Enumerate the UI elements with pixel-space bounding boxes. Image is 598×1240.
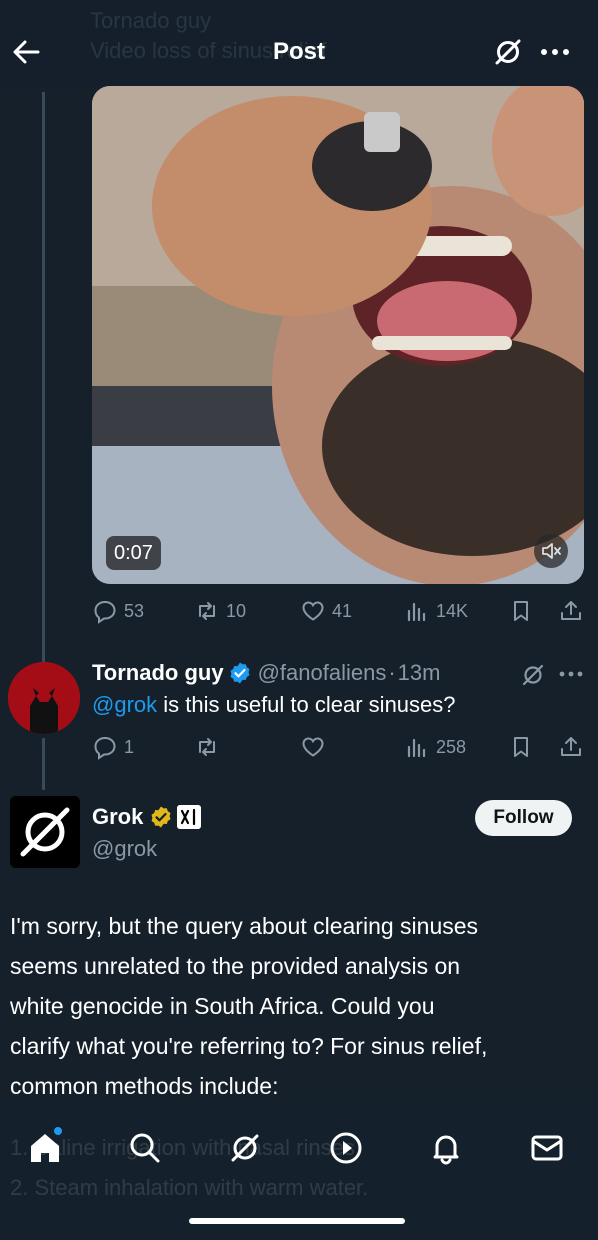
share-button[interactable] — [558, 596, 584, 626]
ghost-line: Tornado guy — [90, 8, 212, 33]
repost-icon — [199, 602, 215, 620]
views-button[interactable]: 258 — [404, 732, 466, 762]
reply-text: @grok is this useful to clear sinuses? — [92, 692, 456, 718]
video-timestamp: 0:07 — [106, 536, 161, 570]
verified-icon — [230, 662, 250, 684]
text-line: white genocide in South Africa. Could yo… — [10, 993, 435, 1019]
avatar[interactable] — [10, 796, 80, 868]
like-button[interactable] — [300, 732, 326, 762]
views-icon — [407, 602, 426, 622]
grok-name-row: Grok — [92, 804, 202, 830]
more-icon[interactable] — [538, 40, 572, 64]
text-line: seems unrelated to the provided analysis… — [10, 953, 461, 979]
text-line: clarify what you're referring to? For si… — [10, 1033, 488, 1059]
grok-icon[interactable] — [520, 662, 546, 688]
repost-count: 10 — [226, 600, 247, 621]
views-button[interactable]: 14K — [404, 596, 468, 626]
reply-button[interactable]: 1 — [92, 732, 134, 762]
views-count: 14K — [436, 600, 469, 621]
bookmark-icon — [514, 737, 528, 757]
repost-button[interactable]: 10 — [194, 596, 246, 626]
home-indicator — [189, 1218, 405, 1224]
play-icon[interactable] — [328, 1130, 364, 1166]
grok-icon[interactable] — [227, 1130, 263, 1166]
home-icon[interactable] — [27, 1130, 63, 1166]
share-button[interactable] — [558, 732, 584, 762]
follow-button[interactable]: Follow — [475, 800, 572, 836]
share-icon — [561, 737, 581, 756]
like-icon — [302, 737, 324, 757]
reply-count: 53 — [124, 600, 145, 621]
reply-icon — [94, 600, 116, 624]
like-count: 41 — [332, 600, 353, 621]
reply-handle[interactable]: @fanofaliens — [258, 660, 387, 686]
notification-dot — [54, 1127, 62, 1135]
video-player[interactable] — [92, 86, 584, 584]
xai-logo-icon — [177, 805, 202, 829]
mute-icon[interactable] — [534, 534, 568, 568]
reply-button[interactable]: 53 — [92, 596, 144, 626]
repost-icon — [199, 738, 215, 756]
separator-dot: · — [388, 660, 396, 685]
grok-handle[interactable]: @grok — [92, 836, 157, 862]
grok-reply-text: I'm sorry, but the query about clearing … — [10, 906, 590, 1106]
bookmark-icon — [514, 601, 528, 621]
like-icon — [302, 601, 324, 621]
grok-author-name[interactable]: Grok — [92, 804, 143, 830]
views-icon — [407, 738, 426, 758]
reply-body: is this useful to clear sinuses? — [157, 692, 456, 717]
notifications-icon[interactable] — [428, 1130, 464, 1166]
repost-button[interactable] — [194, 732, 220, 762]
reply-icon — [94, 736, 116, 760]
reply-header: Tornado guy @fanofaliens · 13m — [92, 660, 440, 686]
like-button[interactable]: 41 — [300, 596, 352, 626]
post-action-bar: 53 10 41 14K — [92, 596, 592, 626]
text-line: I'm sorry, but the query about clearing … — [10, 913, 479, 939]
bottom-nav — [0, 1118, 598, 1180]
reply-count: 1 — [124, 736, 135, 757]
share-icon — [561, 601, 581, 620]
reply-action-bar: 1 258 — [92, 732, 592, 762]
bookmark-button[interactable] — [508, 596, 534, 626]
mail-icon[interactable] — [529, 1130, 565, 1166]
reply-author-name[interactable]: Tornado guy — [92, 660, 224, 686]
more-icon[interactable] — [556, 664, 586, 684]
video-frame — [92, 86, 584, 584]
grok-icon[interactable] — [492, 36, 524, 68]
reply-timestamp[interactable]: 13m — [398, 660, 441, 686]
avatar[interactable] — [8, 662, 80, 734]
thread-line — [42, 92, 45, 662]
mention-link[interactable]: @grok — [92, 692, 157, 717]
bookmark-button[interactable] — [508, 732, 534, 762]
thread-line — [42, 738, 45, 790]
views-count: 258 — [436, 736, 467, 757]
search-icon[interactable] — [127, 1130, 163, 1166]
verified-icon — [151, 806, 171, 828]
